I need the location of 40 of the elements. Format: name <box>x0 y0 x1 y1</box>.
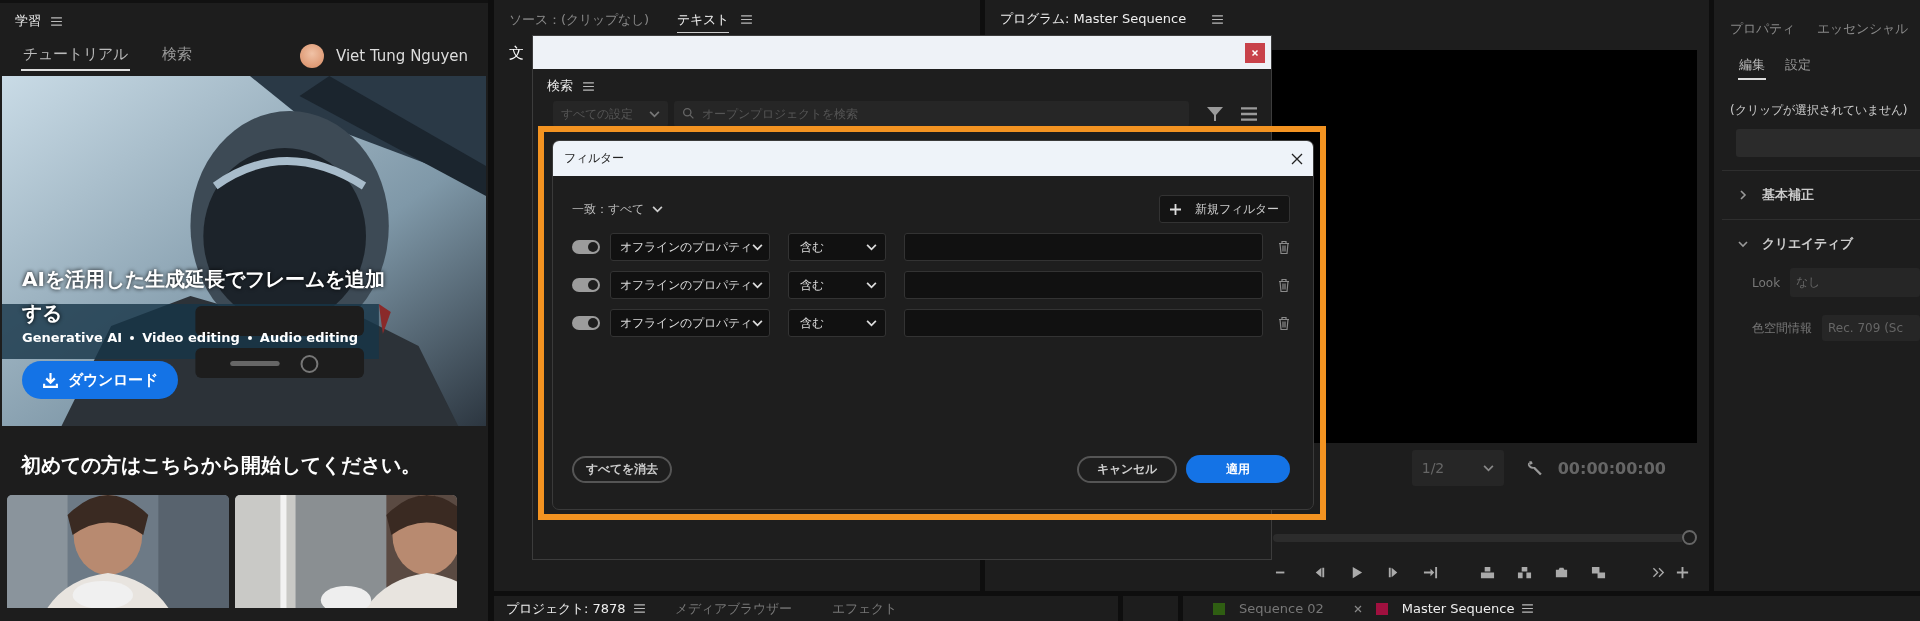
operator-dropdown[interactable]: 含む <box>788 309 886 337</box>
tab[interactable]: 検索 <box>160 41 194 71</box>
panel-tab[interactable]: プロパティ <box>1730 20 1795 38</box>
panel-tab[interactable]: メディアブラウザー <box>674 599 792 618</box>
property-dropdown[interactable]: オフラインのプロパティ <box>610 233 770 261</box>
property-dropdown[interactable]: オフラインのプロパティ <box>610 309 770 337</box>
download-button[interactable]: ダウンロード <box>22 361 178 399</box>
section-header[interactable]: 基本補正 <box>1722 170 1920 219</box>
tag[interactable]: Generative AI <box>22 330 123 345</box>
panel-tab[interactable]: ソース：(クリップなし) <box>509 5 650 33</box>
panel-tab[interactable]: エフェクト <box>831 599 897 618</box>
section-heading: 初めての方はこちらから開始してください。 <box>21 452 422 479</box>
panel-title: 検索 <box>547 77 573 95</box>
tab[interactable]: チュートリアル <box>21 41 130 71</box>
status-message: (クリップが選択されていません) <box>1730 102 1909 119</box>
field-label: Look <box>1752 275 1781 290</box>
panel-title: 学習 <box>15 12 41 30</box>
tab[interactable]: 設定 <box>1784 54 1812 80</box>
property-dropdown[interactable]: オフラインのプロパティ <box>610 271 770 299</box>
match-dropdown[interactable]: 一致：すべて <box>572 200 663 218</box>
user-name: Viet Tung Nguyen <box>335 47 468 65</box>
field-label: 色空間情報 <box>1752 319 1812 337</box>
tag[interactable]: Audio editing <box>259 330 359 345</box>
apply-button[interactable]: 適用 <box>1186 455 1290 483</box>
timecode: 00:00:00:00 <box>1557 458 1666 478</box>
cancel-button[interactable]: キャンセル <box>1077 455 1177 483</box>
sequence-tab[interactable]: Sequence 02 <box>1239 601 1324 616</box>
panel-tab[interactable]: エッセンシャル <box>1817 20 1908 38</box>
sub-tab[interactable]: 文 <box>509 44 524 63</box>
panel-title: プログラム: Master Sequence <box>1000 9 1187 28</box>
operator-dropdown[interactable]: 含む <box>788 271 886 299</box>
new-filter-button[interactable]: 新規フィルター <box>1159 195 1290 223</box>
tab[interactable]: 編集 <box>1738 54 1766 80</box>
tag[interactable]: Video editing <box>142 330 240 345</box>
panel-tab[interactable]: テキスト <box>677 5 730 33</box>
dialog-title: フィルター <box>564 150 624 167</box>
panel-tab[interactable]: プロジェクト: 7878 <box>506 599 626 618</box>
clear-all-button[interactable]: すべてを消去 <box>572 455 672 483</box>
sequence-tab[interactable]: Master Sequence <box>1401 601 1515 616</box>
operator-dropdown[interactable]: 含む <box>788 233 886 261</box>
